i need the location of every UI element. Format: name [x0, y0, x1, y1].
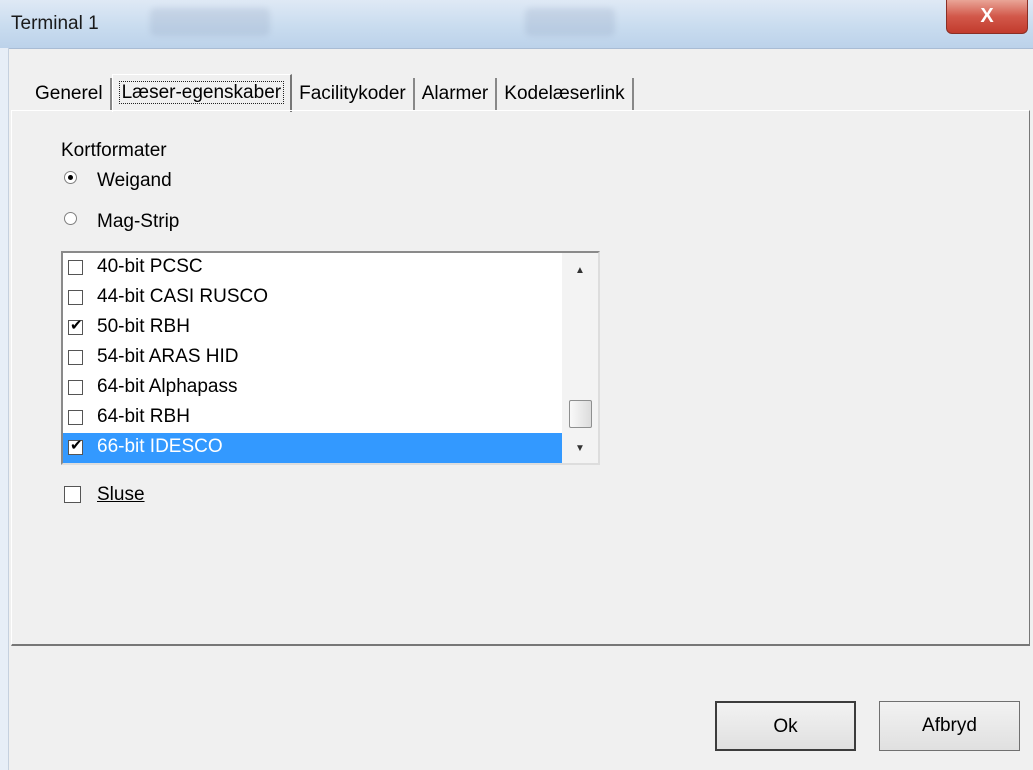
checkmark-icon: ✔ [70, 437, 83, 454]
list-item[interactable]: 64-bit Alphapass [63, 373, 562, 403]
list-item-label: 44-bit CASI RUSCO [97, 286, 269, 307]
item-checkbox[interactable] [68, 350, 83, 365]
window-title: Terminal 1 [11, 13, 99, 34]
vertical-scrollbar[interactable]: ▲ ▼ [562, 253, 598, 463]
list-item-label: 50-bit RBH [97, 316, 190, 337]
radio-weigand-label[interactable]: Weigand [97, 170, 172, 192]
card-format-listbox[interactable]: 40-bit PCSC 44-bit CASI RUSCO ✔ 50-bit R… [61, 251, 600, 465]
radio-mag-strip-label[interactable]: Mag-Strip [97, 211, 179, 233]
list-item[interactable]: 44-bit CASI RUSCO [63, 283, 562, 313]
ok-button[interactable]: Ok [715, 701, 856, 751]
item-checkbox[interactable]: ✔ [68, 437, 83, 455]
list-item-label: 66-bit IDESCO [97, 436, 223, 457]
item-checkbox[interactable] [68, 290, 83, 305]
tab-strip: Generel Læser-egenskaber Facilitykoder A… [28, 74, 634, 112]
tab-laeser-egenskaber[interactable]: Læser-egenskaber [111, 74, 293, 112]
item-checkbox[interactable] [68, 410, 83, 425]
list-item-selected[interactable]: ✔ 66-bit IDESCO [63, 433, 562, 463]
list-item[interactable]: 40-bit PCSC [63, 253, 562, 283]
radio-mag-strip[interactable] [64, 212, 77, 225]
list-item-label: 54-bit ARAS HID [97, 346, 239, 367]
tab-facilitykoder[interactable]: Facilitykoder [292, 78, 415, 110]
background-ghost [525, 8, 615, 36]
item-checkbox[interactable] [68, 380, 83, 395]
radio-selected-dot [68, 175, 73, 180]
close-icon: X [980, 5, 994, 27]
tab-generel[interactable]: Generel [28, 78, 112, 110]
sluse-label[interactable]: Sluse [97, 484, 145, 506]
list-item[interactable]: ✔ 50-bit RBH [63, 313, 562, 343]
list-item-label: 64-bit RBH [97, 406, 190, 427]
close-button[interactable]: X [946, 0, 1028, 34]
sluse-checkbox[interactable] [64, 486, 81, 503]
window-frame [0, 48, 9, 770]
radio-weigand[interactable] [64, 171, 77, 184]
list-item[interactable]: 54-bit ARAS HID [63, 343, 562, 373]
card-formats-label: Kortformater [61, 140, 167, 161]
scroll-thumb[interactable] [569, 400, 592, 428]
list-item-label: 40-bit PCSC [97, 256, 203, 277]
tab-alarmer[interactable]: Alarmer [415, 78, 498, 110]
cancel-button[interactable]: Afbryd [879, 701, 1020, 751]
list-item-label: 64-bit Alphapass [97, 376, 238, 397]
item-checkbox[interactable] [68, 260, 83, 275]
title-bar: Terminal 1 X [0, 0, 1033, 49]
tab-kodelaeserlink[interactable]: Kodelæserlink [497, 78, 634, 110]
item-checkbox[interactable]: ✔ [68, 317, 83, 335]
scroll-up-icon[interactable]: ▲ [562, 265, 598, 276]
checkmark-icon: ✔ [70, 317, 83, 334]
scroll-down-icon[interactable]: ▼ [562, 443, 598, 454]
background-ghost [150, 8, 270, 36]
list-item[interactable]: 64-bit RBH [63, 403, 562, 433]
